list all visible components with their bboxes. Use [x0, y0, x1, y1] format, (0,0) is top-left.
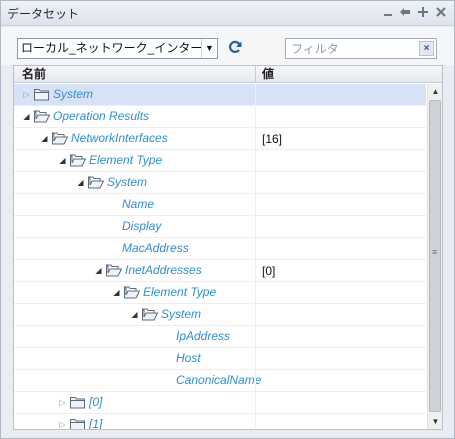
close-icon[interactable]: [434, 5, 448, 19]
tree-node-label: NetworkInterfaces: [71, 131, 168, 145]
restore-icon[interactable]: [398, 5, 412, 19]
tree-node-label: Display: [122, 219, 162, 233]
table-row[interactable]: ◢ System: [14, 172, 426, 194]
cell-divider: [255, 326, 256, 348]
tree-collapse-icon[interactable]: ◢: [112, 288, 121, 297]
table-row[interactable]: IpAddress: [14, 326, 426, 348]
tree-node-label: IpAddress: [176, 329, 231, 343]
table-row[interactable]: MacAddress: [14, 238, 426, 260]
dataset-tree-grid: 名前 値 ▷ System ◢ Operation Results ◢ NetworkIn…: [13, 65, 443, 430]
folder-open-icon: [124, 286, 141, 299]
table-row[interactable]: ▷ [1]: [14, 414, 426, 429]
cell-divider: [255, 194, 256, 216]
tree-node-label: Host: [176, 351, 201, 365]
tree-node-label: System: [107, 175, 148, 189]
cell-divider: [255, 370, 256, 392]
folder-icon: [70, 418, 86, 429]
dataset-panel: データセット ローカル_ネットワーク_インターフェ ▼ ×: [0, 0, 455, 439]
column-header-name[interactable]: 名前: [22, 66, 46, 83]
tree-node-label: System: [53, 87, 94, 101]
tree-collapse-icon[interactable]: ◢: [76, 178, 85, 187]
tree-node-label: [0]: [89, 395, 103, 409]
tree-node-value: [16]: [262, 132, 283, 146]
table-row[interactable]: ◢ Element Type: [14, 150, 426, 172]
tree-node-label: MacAddress: [122, 241, 189, 255]
tree-node-value: [0]: [262, 264, 276, 278]
tree-node-label: System: [161, 307, 202, 321]
tree-collapse-icon[interactable]: ◢: [40, 134, 49, 143]
tree-node-label: [1]: [89, 417, 103, 429]
cell-divider: [255, 348, 256, 370]
cell-divider: [255, 84, 256, 106]
folder-open-icon: [88, 176, 105, 189]
cell-divider: [255, 128, 256, 150]
tree-expand-icon[interactable]: ▷: [58, 420, 67, 429]
panel-toolbar: ローカル_ネットワーク_インターフェ ▼ ×: [1, 27, 454, 65]
scrollbar-grip-icon: ≡: [432, 247, 438, 257]
vertical-scrollbar[interactable]: ▲ ≡ ▼: [427, 84, 442, 429]
tree-node-label: CanonicalName: [176, 373, 262, 387]
panel-titlebar: データセット: [1, 1, 454, 26]
clear-filter-button[interactable]: ×: [419, 41, 434, 56]
cell-divider: [255, 304, 256, 326]
tree-node-label: Element Type: [89, 153, 163, 167]
table-row[interactable]: Name: [14, 194, 426, 216]
cell-divider: [255, 106, 256, 128]
cell-divider: [255, 414, 256, 429]
filter-input[interactable]: [286, 39, 418, 58]
chevron-down-icon[interactable]: ▼: [201, 39, 217, 58]
table-row[interactable]: ◢ System: [14, 304, 426, 326]
table-row[interactable]: ▷ [0]: [14, 392, 426, 414]
folder-open-icon: [52, 132, 69, 145]
table-row[interactable]: ◢ NetworkInterfaces [16]: [14, 128, 426, 150]
filter-field: ×: [285, 38, 437, 59]
folder-open-icon: [70, 154, 87, 167]
scroll-up-icon[interactable]: ▲: [428, 84, 442, 99]
cell-divider: [255, 172, 256, 194]
tree-node-label: Element Type: [143, 285, 217, 299]
cell-divider: [255, 282, 256, 304]
dataset-select[interactable]: ローカル_ネットワーク_インターフェ ▼: [17, 38, 218, 59]
column-header-value[interactable]: 値: [262, 66, 274, 83]
tree-node-label: InetAddresses: [125, 263, 202, 277]
folder-open-icon: [106, 264, 123, 277]
tree-node-label: Operation Results: [53, 109, 150, 123]
cell-divider: [255, 150, 256, 172]
tree-collapse-icon[interactable]: ◢: [130, 310, 139, 319]
grid-header: 名前 値: [14, 66, 442, 83]
table-row[interactable]: ◢ Element Type: [14, 282, 426, 304]
folder-icon: [34, 88, 50, 101]
tree-node-label: Name: [122, 197, 155, 211]
tree-collapse-icon[interactable]: ◢: [58, 156, 67, 165]
folder-open-icon: [34, 110, 51, 123]
tree-rows: ▷ System ◢ Operation Results ◢ NetworkInterfa…: [14, 84, 426, 429]
tree-expand-icon[interactable]: ▷: [58, 398, 67, 407]
cell-divider: [255, 216, 256, 238]
tree-collapse-icon[interactable]: ◢: [22, 112, 31, 121]
cell-divider: [255, 260, 256, 282]
table-row[interactable]: ◢ InetAddresses [0]: [14, 260, 426, 282]
table-row[interactable]: ◢ Operation Results: [14, 106, 426, 128]
scrollbar-thumb[interactable]: ≡: [429, 100, 441, 412]
table-row[interactable]: Host: [14, 348, 426, 370]
table-row[interactable]: Display: [14, 216, 426, 238]
minimize-icon[interactable]: [381, 5, 395, 19]
refresh-icon[interactable]: [226, 38, 244, 56]
cell-divider: [255, 238, 256, 260]
tree-collapse-icon[interactable]: ◢: [94, 266, 103, 275]
column-divider[interactable]: [255, 66, 256, 83]
folder-icon: [70, 396, 86, 409]
folder-open-icon: [142, 308, 159, 321]
panel-title: データセット: [7, 7, 80, 21]
scroll-down-icon[interactable]: ▼: [428, 414, 442, 429]
tree-expand-icon[interactable]: ▷: [22, 90, 31, 99]
table-row[interactable]: ▷ System: [14, 84, 426, 106]
cell-divider: [255, 392, 256, 414]
maximize-icon[interactable]: [416, 5, 430, 19]
table-row[interactable]: CanonicalName: [14, 370, 426, 392]
dataset-select-value: ローカル_ネットワーク_インターフェ: [21, 41, 218, 55]
